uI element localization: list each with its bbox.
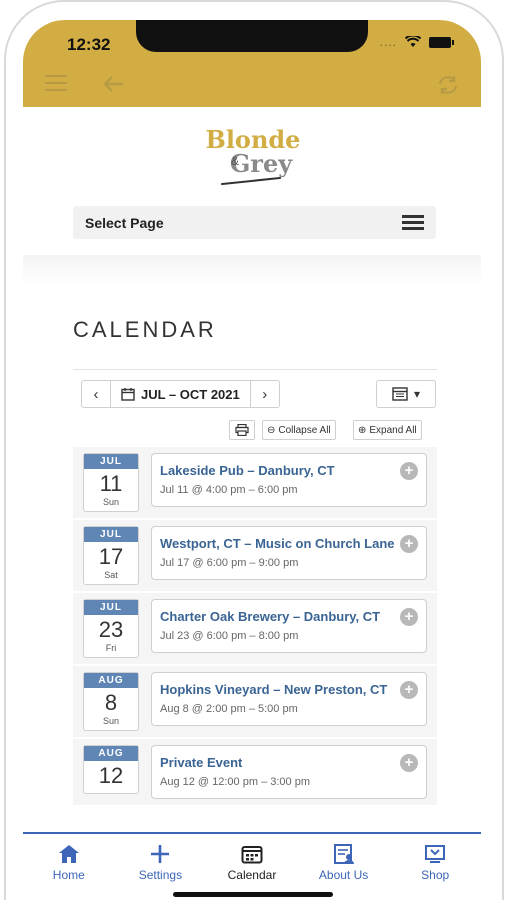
date-badge: AUG 12 — [83, 745, 139, 794]
header-shadow — [23, 255, 481, 285]
expand-all-label: Expand All — [369, 424, 417, 436]
battery-icon — [429, 36, 454, 48]
menu-icon[interactable] — [402, 212, 424, 233]
event-time: Aug 8 @ 2:00 pm – 5:00 pm — [160, 703, 298, 715]
app-header: 12:32 .... — [23, 20, 481, 107]
event-time: Jul 23 @ 6:00 pm – 8:00 pm — [160, 630, 299, 642]
badge-month: AUG — [84, 673, 138, 688]
collapse-all-button[interactable]: ⊖ Collapse All — [262, 420, 336, 440]
app-screen: 12:32 .... Blonde & Grey Select Page CAL… — [23, 20, 481, 900]
badge-weekday: Fri — [105, 643, 117, 653]
badge-weekday: Sat — [104, 570, 118, 580]
select-page-label: Select Page — [85, 214, 164, 231]
event-title[interactable]: Westport, CT – Music on Church Lane — [160, 534, 400, 553]
tab-home-label: Home — [52, 868, 85, 882]
bottom-tab-bar: Home Settings Calendar About Us Shop — [23, 832, 481, 900]
badge-day: 8 — [104, 690, 118, 715]
print-button[interactable] — [229, 420, 255, 440]
view-selector-button[interactable]: ▾ — [376, 380, 436, 408]
badge-weekday: Sun — [102, 716, 119, 726]
expand-event-icon[interactable]: + — [400, 535, 418, 553]
event-row: JUL 17 Sat Westport, CT – Music on Churc… — [73, 520, 437, 593]
event-title[interactable]: Charter Oak Brewery – Danbury, CT — [160, 607, 400, 626]
status-icons: .... — [379, 35, 454, 49]
tab-about-us-label: About Us — [318, 868, 369, 882]
event-card[interactable]: Westport, CT – Music on Church Lane Jul … — [151, 526, 427, 580]
event-time: Aug 12 @ 12:00 pm – 3:00 pm — [160, 776, 310, 788]
badge-day: 12 — [98, 763, 124, 788]
status-time: 12:32 — [67, 35, 111, 54]
tab-shop-label: Shop — [421, 868, 450, 882]
expand-event-icon[interactable]: + — [400, 754, 418, 772]
refresh-icon[interactable] — [437, 75, 459, 98]
tab-home[interactable]: Home — [29, 842, 109, 900]
tab-calendar-label: Calendar — [227, 868, 277, 882]
badge-month: JUL — [84, 454, 138, 469]
event-card[interactable]: Charter Oak Brewery – Danbury, CT Jul 23… — [151, 599, 427, 653]
phone-frame: 12:32 .... Blonde & Grey Select Page CAL… — [4, 0, 504, 900]
event-row: JUL 11 Sun Lakeside Pub – Danbury, CT Ju… — [73, 447, 437, 520]
date-range-picker[interactable]: JUL – OCT 2021 — [110, 381, 251, 407]
collapse-all-label: Collapse All — [278, 424, 331, 436]
badge-day: 11 — [99, 471, 123, 496]
date-badge: AUG 8 Sun — [83, 672, 139, 731]
device-notch — [136, 20, 368, 52]
event-list: JUL 11 Sun Lakeside Pub – Danbury, CT Ju… — [73, 447, 437, 807]
select-page-menu[interactable]: Select Page — [73, 206, 436, 239]
badge-month: JUL — [84, 600, 138, 615]
badge-day: 17 — [98, 544, 124, 569]
calendar-icon — [212, 842, 292, 866]
badge-month: JUL — [84, 527, 138, 542]
event-row: AUG 12 Private Event Aug 12 @ 12:00 pm –… — [73, 739, 437, 807]
event-title[interactable]: Private Event — [160, 753, 400, 772]
badge-month: AUG — [84, 746, 138, 761]
expand-event-icon[interactable]: + — [400, 462, 418, 480]
home-icon — [29, 842, 109, 866]
event-row: AUG 8 Sun Hopkins Vineyard – New Preston… — [73, 666, 437, 739]
hamburger-icon[interactable] — [45, 75, 67, 96]
minus-circle-icon: ⊖ — [267, 424, 276, 436]
event-card[interactable]: Hopkins Vineyard – New Preston, CT Aug 8… — [151, 672, 427, 726]
chevron-down-icon: ▾ — [413, 387, 421, 401]
shop-icon — [395, 842, 475, 866]
event-card[interactable]: Private Event Aug 12 @ 12:00 pm – 3:00 p… — [151, 745, 427, 799]
badge-weekday: Sun — [102, 497, 119, 507]
next-range-button[interactable]: › — [251, 381, 279, 407]
print-icon — [235, 424, 249, 436]
event-row: JUL 23 Fri Charter Oak Brewery – Danbury… — [73, 593, 437, 666]
expand-all-button[interactable]: ⊕ Expand All — [353, 420, 422, 440]
expand-event-icon[interactable]: + — [400, 681, 418, 699]
date-badge: JUL 17 Sat — [83, 526, 139, 585]
badge-weekday — [84, 789, 138, 793]
signal-icon: .... — [379, 35, 397, 49]
event-time: Jul 11 @ 4:00 pm – 6:00 pm — [160, 484, 298, 496]
expand-event-icon[interactable]: + — [400, 608, 418, 626]
title-divider — [73, 369, 437, 370]
logo-amp: & — [231, 154, 240, 168]
plus-circle-icon: ⊕ — [358, 424, 367, 436]
prev-range-button[interactable]: ‹ — [82, 381, 110, 407]
date-range-label: JUL – OCT 2021 — [141, 386, 240, 402]
date-badge: JUL 23 Fri — [83, 599, 139, 658]
tab-settings-label: Settings — [138, 868, 183, 882]
event-title[interactable]: Lakeside Pub – Danbury, CT — [160, 461, 400, 480]
plus-icon — [120, 842, 200, 866]
wifi-icon — [405, 36, 421, 47]
calendar-icon — [121, 388, 135, 401]
event-card[interactable]: Lakeside Pub – Danbury, CT Jul 11 @ 4:00… — [151, 453, 427, 507]
tab-shop[interactable]: Shop — [395, 842, 475, 900]
page-title: CALENDAR — [73, 317, 217, 342]
date-badge: JUL 11 Sun — [83, 453, 139, 512]
calendar-grid-icon — [392, 387, 408, 401]
logo-underline — [221, 176, 281, 186]
contact-card-icon — [304, 842, 384, 866]
event-title[interactable]: Hopkins Vineyard – New Preston, CT — [160, 680, 400, 699]
brand-logo[interactable]: Blonde & Grey — [203, 128, 303, 194]
home-indicator — [173, 892, 333, 897]
event-time: Jul 17 @ 6:00 pm – 9:00 pm — [160, 557, 299, 569]
back-arrow-icon[interactable] — [103, 75, 125, 96]
badge-day: 23 — [98, 617, 124, 642]
date-navigation: ‹ JUL – OCT 2021 › — [81, 380, 280, 408]
